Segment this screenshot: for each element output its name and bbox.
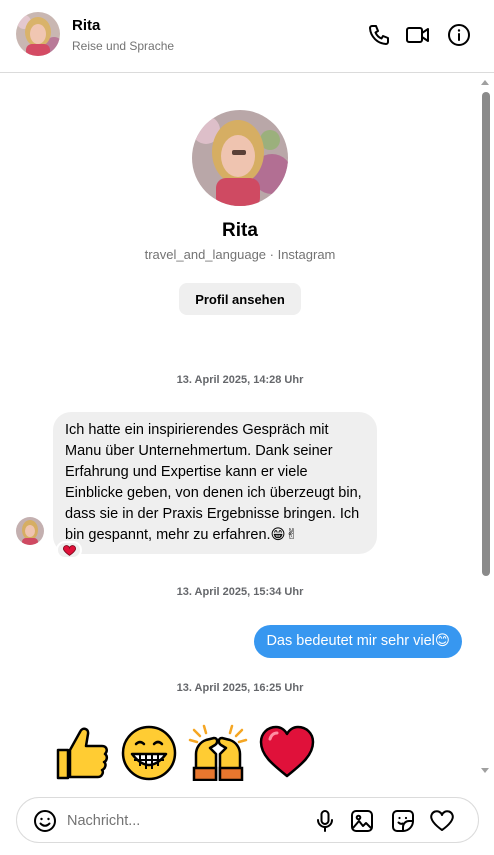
grinning-face-emoji: [121, 725, 177, 781]
message-input[interactable]: [67, 810, 297, 832]
outgoing-message[interactable]: Das bedeutet mir sehr viel😊: [254, 625, 462, 658]
header-avatar[interactable]: [16, 12, 60, 56]
video-call-icon[interactable]: [405, 22, 431, 48]
scrollbar-thumb[interactable]: [482, 92, 490, 576]
message-avatar[interactable]: [16, 517, 44, 545]
message-timestamp: 13. April 2025, 16:25 Uhr: [176, 682, 304, 694]
profile-subtitle: travel_and_language · Instagram: [144, 247, 336, 262]
message-thread[interactable]: Rita travel_and_language · Instagram Pro…: [0, 74, 494, 781]
message-timestamp: 13. April 2025, 15:34 Uhr: [176, 586, 304, 598]
contact-name[interactable]: Rita: [72, 17, 100, 34]
profile-avatar[interactable]: [192, 110, 288, 206]
thumbs-up-emoji: [56, 727, 109, 780]
info-icon[interactable]: [446, 22, 472, 48]
microphone-icon[interactable]: [313, 809, 337, 833]
emoji-icon[interactable]: [33, 809, 57, 833]
view-profile-button[interactable]: Profil ansehen: [179, 283, 301, 315]
heart-reaction[interactable]: [56, 541, 82, 559]
phone-icon[interactable]: [366, 22, 392, 48]
message-timestamp: 13. April 2025, 14:28 Uhr: [176, 374, 304, 386]
image-icon[interactable]: [350, 809, 374, 833]
incoming-message[interactable]: Ich hatte ein inspirierendes Gespräch mi…: [53, 412, 377, 554]
scroll-down-arrow-icon[interactable]: [481, 768, 489, 773]
raising-hands-emoji: [188, 724, 248, 781]
emoji-message[interactable]: [54, 724, 316, 781]
contact-subtitle: Reise und Sprache: [72, 39, 175, 53]
sticker-icon[interactable]: [391, 809, 415, 833]
chat-header: Rita Reise und Sprache: [0, 0, 494, 73]
profile-name: Rita: [222, 220, 258, 241]
heart-icon[interactable]: [430, 809, 454, 833]
message-composer: [16, 797, 479, 843]
red-heart-emoji: [259, 725, 315, 778]
scroll-up-arrow-icon[interactable]: [481, 80, 489, 85]
